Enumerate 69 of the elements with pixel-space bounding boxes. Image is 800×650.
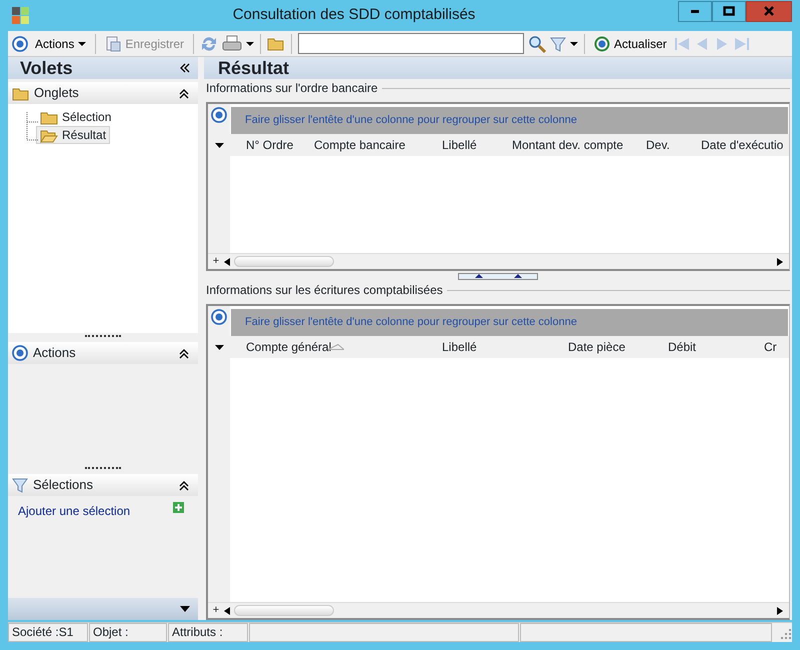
search-icon[interactable]	[528, 34, 546, 52]
add-selection-link[interactable]: Ajouter une sélection	[18, 502, 130, 520]
group-title: Informations sur l'ordre bancaire	[206, 80, 378, 97]
target-icon[interactable]	[211, 107, 227, 123]
column-header[interactable]: Date pièce	[552, 336, 652, 358]
column-header[interactable]: Dev.	[630, 134, 685, 156]
funnel-icon	[12, 477, 28, 493]
collapse-icon[interactable]	[178, 347, 190, 359]
tree-item[interactable]: Sélection	[36, 108, 116, 126]
section-title: Sélections	[33, 476, 93, 494]
group-title: Informations sur les écritures comptabilisées	[206, 282, 443, 299]
maximize-icon	[723, 6, 735, 16]
status-field: Société :S1	[8, 623, 88, 642]
horizontal-scrollbar[interactable]: +	[208, 602, 789, 618]
target-icon[interactable]	[211, 309, 227, 325]
right-arrow-icon[interactable]	[777, 258, 783, 266]
add-icon[interactable]	[173, 502, 184, 513]
close-icon	[763, 6, 775, 16]
right-arrow-icon[interactable]	[777, 606, 783, 614]
caret-icon[interactable]	[570, 40, 578, 46]
splitter-handle[interactable]	[458, 272, 538, 280]
caret-icon[interactable]	[180, 606, 190, 612]
left-arrow-icon[interactable]	[224, 258, 230, 266]
left-arrow-icon[interactable]	[224, 606, 230, 614]
panel-title: Volets	[20, 56, 73, 80]
collapse-icon[interactable]	[178, 479, 190, 491]
actions-menu-button[interactable]: Actions	[32, 32, 90, 54]
caret-icon[interactable]	[246, 40, 254, 46]
app-icon	[12, 6, 30, 24]
caret-icon[interactable]	[214, 344, 224, 350]
plus-sign[interactable]: +	[208, 602, 224, 619]
horizontal-scrollbar[interactable]: +	[208, 253, 789, 269]
plus-sign[interactable]: +	[208, 253, 224, 270]
column-header[interactable]: Compte général	[230, 336, 426, 358]
caret-icon	[78, 40, 86, 46]
refresh-button[interactable]: Actualiser	[591, 32, 670, 54]
maximize-button[interactable]	[712, 0, 746, 22]
section-title: Onglets	[34, 84, 79, 102]
minimize-icon	[691, 10, 699, 12]
collapse-icon[interactable]	[178, 87, 190, 99]
column-header[interactable]: Compte bancaire	[298, 134, 426, 156]
panel-title: Résultat	[204, 57, 792, 79]
status-field: Attributs :	[168, 623, 248, 642]
section-header[interactable]: Sélections	[8, 474, 198, 496]
column-header[interactable]: Date d'exécutio	[685, 134, 781, 156]
close-button[interactable]	[746, 0, 792, 22]
column-header[interactable]: N° Ordre	[230, 134, 298, 156]
document-icon	[105, 36, 122, 52]
column-header[interactable]: Montant dev. compte	[496, 134, 630, 156]
section-header[interactable]: Actions	[8, 342, 198, 364]
window-title: Consultation des SDD comptabilisés	[232, 5, 476, 26]
printer-icon[interactable]	[222, 34, 242, 52]
open-folder-icon	[40, 128, 58, 142]
target-icon	[12, 345, 28, 361]
tree-item[interactable]: Résultat	[36, 126, 110, 144]
column-header[interactable]: Libellé	[426, 134, 496, 156]
refresh-icon	[594, 36, 610, 52]
column-header[interactable]: Libellé	[426, 336, 552, 358]
resize-grip-icon	[780, 628, 792, 640]
section-header[interactable]: Onglets	[8, 82, 198, 104]
minimize-button[interactable]	[678, 0, 712, 22]
caret-icon[interactable]	[214, 142, 224, 148]
column-header[interactable]: Débit	[652, 336, 748, 358]
section-title: Actions	[33, 344, 76, 362]
status-field: Objet :	[89, 623, 167, 642]
search-field[interactable]	[298, 33, 524, 54]
collapse-icon[interactable]	[180, 63, 190, 73]
target-icon[interactable]	[12, 36, 28, 52]
column-header[interactable]: Cr	[748, 336, 780, 358]
